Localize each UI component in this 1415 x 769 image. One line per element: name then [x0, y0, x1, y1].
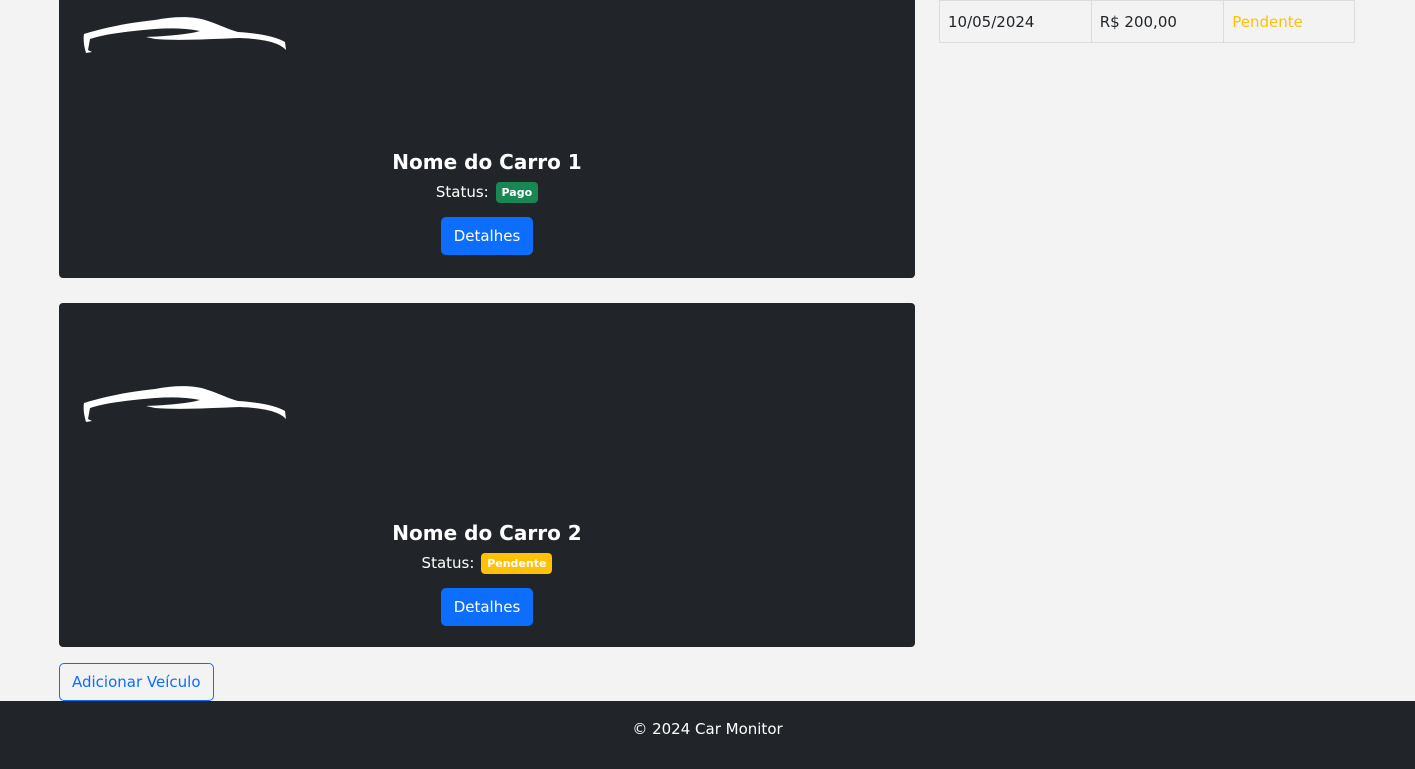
- status-label: Status:: [435, 183, 489, 201]
- details-button[interactable]: Detalhes: [440, 217, 534, 255]
- footer: © 2024 Car Monitor: [0, 701, 1415, 769]
- car-status-line: Status: Pendente: [59, 553, 915, 574]
- status-badge: Pendente: [481, 553, 553, 574]
- car-card-body: Nome do Carro 2 Status: Pendente Detalhe…: [59, 521, 915, 626]
- payments-table: 10/05/2024 R$ 200,00 Pendente: [939, 0, 1355, 43]
- details-button[interactable]: Detalhes: [440, 588, 534, 626]
- payments-table-grid: 10/05/2024 R$ 200,00 Pendente: [939, 0, 1355, 43]
- car-card: Nome do Carro 1 Status: Pago Detalhes: [59, 0, 915, 278]
- footer-copyright: © 2024 Car Monitor: [632, 720, 783, 738]
- car-status-line: Status: Pago: [59, 182, 915, 203]
- payment-value-cell: R$ 200,00: [1090, 0, 1225, 43]
- car-silhouette-icon: [83, 17, 286, 53]
- car-name: Nome do Carro 2: [392, 521, 582, 545]
- page: Nome do Carro 1 Status: Pago Detalhes No…: [0, 0, 1415, 769]
- payment-date-cell: 10/05/2024: [939, 0, 1092, 43]
- car-silhouette-icon: [83, 386, 286, 422]
- payment-status-cell: Pendente: [1223, 0, 1355, 43]
- status-label: Status:: [421, 554, 475, 572]
- table-row: 10/05/2024 R$ 200,00 Pendente: [939, 0, 1355, 43]
- car-card-body: Nome do Carro 1 Status: Pago Detalhes: [59, 150, 915, 255]
- status-badge: Pago: [495, 182, 539, 203]
- add-vehicle-button[interactable]: Adicionar Veículo: [59, 663, 214, 701]
- car-card: Nome do Carro 2 Status: Pendente Detalhe…: [59, 303, 915, 647]
- car-name: Nome do Carro 1: [392, 150, 582, 174]
